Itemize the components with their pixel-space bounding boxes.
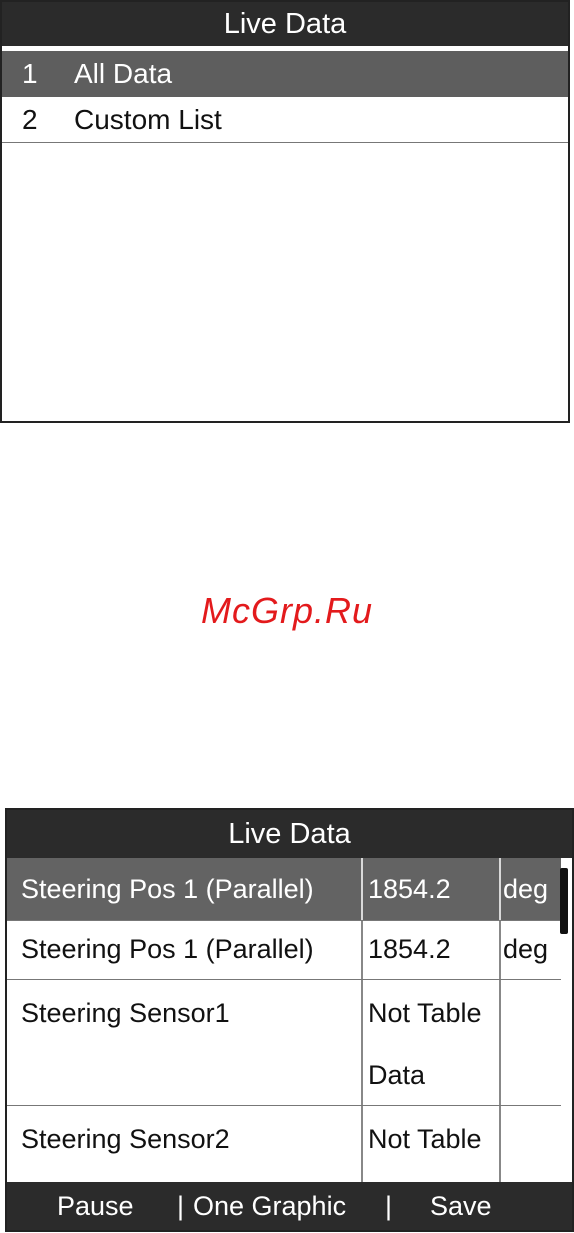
column-divider (361, 980, 363, 1105)
button-separator: | (177, 1191, 185, 1221)
column-divider (361, 858, 363, 920)
parameter-name: Steering Pos 1 (Parallel) (21, 934, 314, 964)
parameter-value-line: Not Table (368, 998, 482, 1028)
menu-item-label: All Data (74, 58, 173, 89)
parameter-value: Not Table Data (368, 980, 482, 1106)
menu-item-number: 1 (22, 58, 38, 89)
column-divider (499, 980, 501, 1105)
table-row[interactable]: Steering Sensor1 Not Table Data (7, 980, 561, 1106)
parameter-value: 1854.2 (368, 874, 451, 904)
parameter-name: Steering Pos 1 (Parallel) (21, 874, 314, 904)
menu-item-label: Custom List (74, 104, 222, 135)
column-divider (361, 1106, 363, 1184)
data-table: Steering Pos 1 (Parallel) 1854.2 deg Ste… (7, 858, 561, 1184)
parameter-value: 1854.2 (368, 934, 451, 964)
screen-title: Live Data (7, 810, 572, 858)
menu-item-number: 2 (22, 104, 38, 135)
column-divider (499, 921, 501, 979)
scrollbar-thumb[interactable] (560, 868, 568, 934)
one-graphic-button[interactable]: One Graphic (193, 1182, 346, 1230)
pause-button[interactable]: Pause (57, 1182, 134, 1230)
column-divider (499, 1106, 501, 1184)
menu-item-all-data[interactable]: 1 All Data (2, 51, 568, 97)
parameter-value: Not Table (368, 1124, 482, 1154)
table-row[interactable]: Steering Pos 1 (Parallel) 1854.2 deg (7, 921, 561, 980)
bottom-action-bar: Pause | One Graphic | Save (7, 1182, 572, 1230)
table-row[interactable]: Steering Sensor2 Not Table (7, 1106, 561, 1184)
screen-title: Live Data (2, 2, 568, 46)
button-separator: | (385, 1191, 393, 1221)
table-row[interactable]: Steering Pos 1 (Parallel) 1854.2 deg (7, 858, 561, 921)
live-data-table-screen: Live Data Steering Pos 1 (Parallel) 1854… (5, 808, 574, 1232)
live-data-menu-screen: Live Data 1 All Data 2 Custom List (0, 0, 570, 423)
menu-item-custom-list[interactable]: 2 Custom List (2, 97, 568, 143)
parameter-value-line: Data (368, 1060, 426, 1090)
column-divider (499, 858, 501, 920)
watermark-text: McGrp.Ru (200, 590, 374, 631)
parameter-unit: deg (503, 934, 549, 964)
parameter-name: Steering Sensor1 (21, 998, 230, 1028)
parameter-name: Steering Sensor2 (21, 1124, 230, 1154)
parameter-unit: deg (503, 874, 549, 904)
save-button[interactable]: Save (430, 1182, 492, 1230)
column-divider (361, 921, 363, 979)
